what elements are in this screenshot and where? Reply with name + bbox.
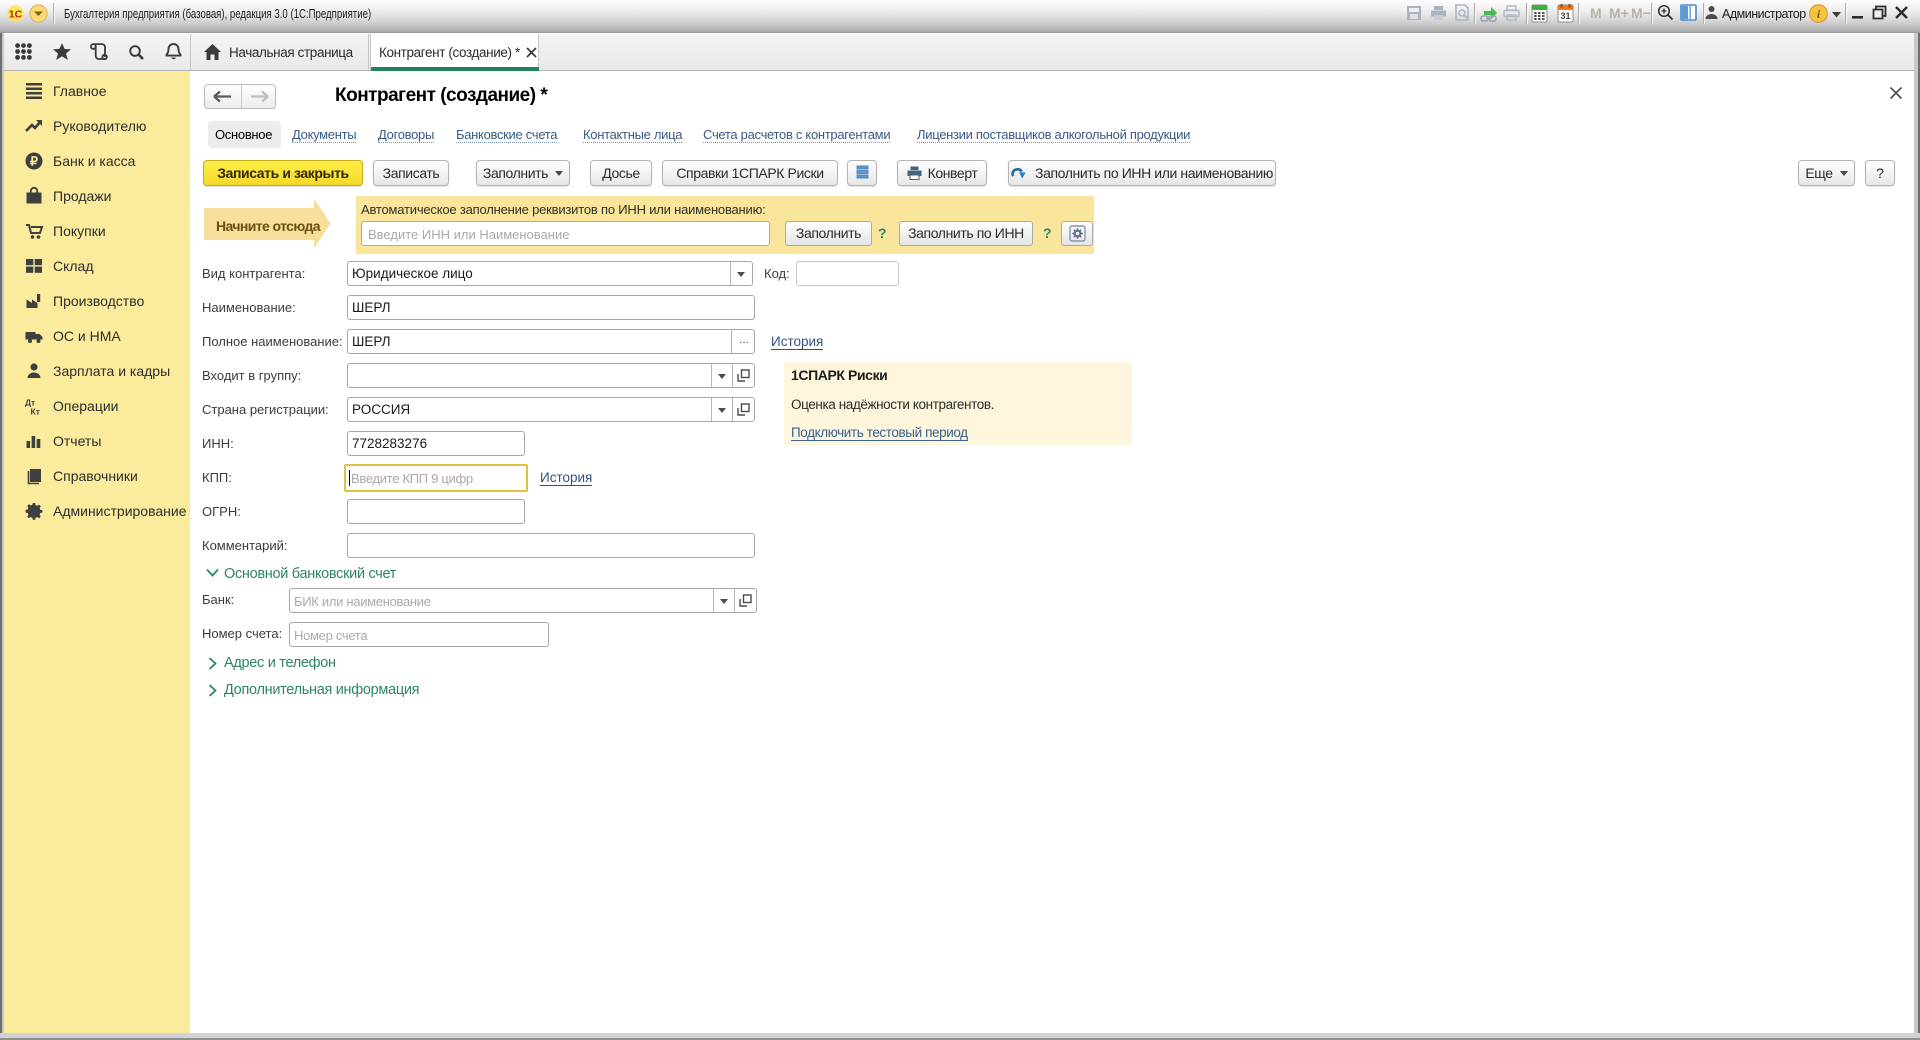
svg-text:1С: 1С xyxy=(9,8,23,20)
svg-text:₽: ₽ xyxy=(30,154,39,168)
svg-text:Кт: Кт xyxy=(31,407,40,417)
svg-text:31: 31 xyxy=(1560,11,1570,21)
